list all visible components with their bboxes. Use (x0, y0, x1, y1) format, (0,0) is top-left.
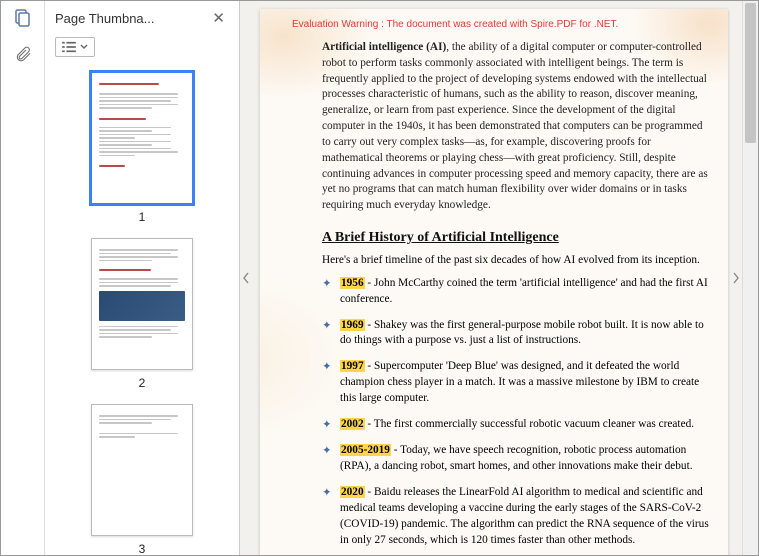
thumbnail-number: 3 (139, 542, 146, 555)
thumbnail-page-3[interactable] (91, 404, 193, 536)
thumbnail-item[interactable]: 2 (45, 238, 239, 390)
timeline-item: ✦2005-2019 - Today, we have speech recog… (322, 443, 710, 475)
thumbnail-item[interactable]: 1 (45, 72, 239, 224)
thumbnails-panel: Page Thumbna... ✕ 1 (45, 1, 240, 555)
bullet-icon: ✦ (322, 277, 332, 308)
thumbnail-page-1[interactable] (91, 72, 193, 204)
bullet-icon: ✦ (322, 418, 332, 434)
panel-title: Page Thumbna... (55, 11, 155, 26)
bullet-icon: ✦ (322, 444, 332, 475)
timeline-item: ✦2002 - The first commercially successfu… (322, 417, 710, 434)
collapse-left-handle[interactable] (240, 1, 252, 555)
app-root: Page Thumbna... ✕ 1 (0, 0, 759, 556)
list-icon (62, 41, 76, 53)
vertical-scrollbar[interactable] (742, 1, 758, 555)
panel-header: Page Thumbna... ✕ (45, 1, 239, 33)
thumbnail-number: 2 (139, 376, 146, 390)
attachments-icon[interactable] (12, 43, 34, 65)
thumbnail-options-button[interactable] (55, 37, 95, 57)
thumbnail-item[interactable]: 3 (45, 404, 239, 555)
document-viewport[interactable]: Evaluation Warning : The document was cr… (252, 1, 730, 555)
collapse-right-handle[interactable] (730, 1, 742, 555)
bullet-icon: ✦ (322, 360, 332, 406)
panel-toolbar (45, 33, 239, 66)
document-page: Evaluation Warning : The document was cr… (260, 9, 728, 555)
chevron-down-icon (80, 44, 88, 50)
timeline-item: ✦1969 - Shakey was the first general-pur… (322, 318, 710, 350)
scrollbar-thumb[interactable] (745, 3, 756, 143)
bullet-icon: ✦ (322, 319, 332, 350)
timeline-item: ✦1956 - John McCarthy coined the term 'a… (322, 276, 710, 308)
bullet-icon: ✦ (322, 486, 332, 548)
intro-paragraph: Artificial intelligence (AI), the abilit… (322, 40, 710, 214)
thumbnails-list[interactable]: 1 2 3 (45, 66, 239, 555)
timeline-item: ✦1997 - Supercomputer 'Deep Blue' was de… (322, 359, 710, 406)
document-area: Evaluation Warning : The document was cr… (240, 1, 758, 555)
thumbnail-number: 1 (139, 210, 146, 224)
thumbnail-page-2[interactable] (91, 238, 193, 370)
close-panel-button[interactable]: ✕ (208, 9, 229, 27)
timeline-item: ✦2020 - Baidu releases the LinearFold AI… (322, 485, 710, 548)
sidebar-rail (1, 1, 45, 555)
section-intro: Here's a brief timeline of the past six … (322, 254, 710, 266)
evaluation-warning: Evaluation Warning : The document was cr… (292, 19, 710, 30)
thumbnails-icon[interactable] (12, 7, 34, 29)
section-heading-history: A Brief History of Artificial Intelligen… (322, 230, 710, 246)
